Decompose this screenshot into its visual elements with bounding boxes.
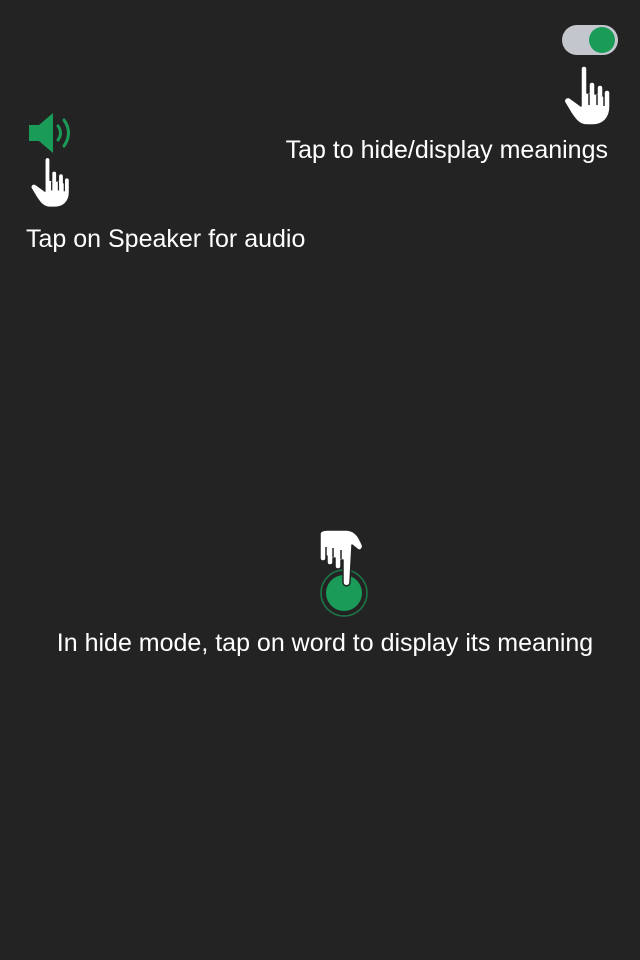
pointing-hand-icon — [563, 63, 611, 127]
toggle-hint-text: Tap to hide/display meanings — [285, 136, 608, 164]
pointing-hand-icon — [312, 530, 368, 590]
meanings-toggle[interactable] — [562, 25, 618, 55]
toggle-knob — [589, 27, 615, 53]
speaker-hint-text: Tap on Speaker for audio — [26, 225, 306, 253]
word-hint-text: In hide mode, tap on word to display its… — [56, 629, 594, 657]
pointing-hand-icon — [28, 155, 72, 209]
speaker-icon[interactable] — [27, 111, 75, 155]
